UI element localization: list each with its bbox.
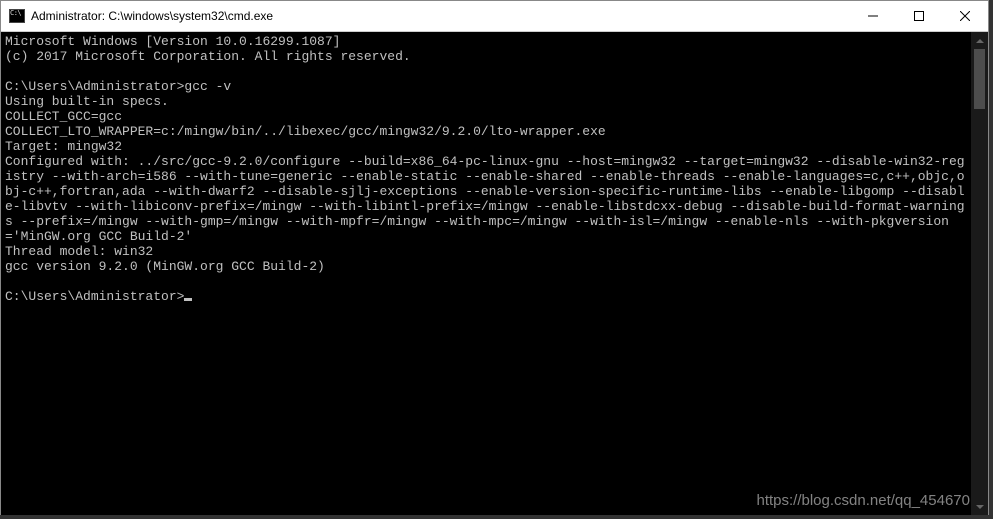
window-controls (850, 1, 988, 31)
title-bar[interactable]: Administrator: C:\windows\system32\cmd.e… (1, 1, 988, 32)
terminal-prompt[interactable]: C:\Users\Administrator> (5, 289, 971, 304)
terminal-line: Thread model: win32 (5, 244, 971, 259)
prompt-text: C:\Users\Administrator> (5, 289, 184, 304)
client-area: Microsoft Windows [Version 10.0.16299.10… (1, 32, 988, 515)
terminal-line: Configured with: ../src/gcc-9.2.0/config… (5, 154, 971, 244)
maximize-icon (914, 11, 924, 21)
terminal-line: Microsoft Windows [Version 10.0.16299.10… (5, 34, 971, 49)
close-button[interactable] (942, 1, 988, 31)
scrollbar[interactable] (971, 32, 988, 515)
terminal-line (5, 64, 971, 79)
terminal-line: Target: mingw32 (5, 139, 971, 154)
scroll-down-button[interactable] (971, 498, 988, 515)
scroll-thumb[interactable] (974, 49, 985, 109)
terminal-line: COLLECT_LTO_WRAPPER=c:/mingw/bin/../libe… (5, 124, 971, 139)
close-icon (960, 11, 970, 21)
cmd-icon (9, 9, 25, 23)
terminal-line: gcc version 9.2.0 (MinGW.org GCC Build-2… (5, 259, 971, 274)
minimize-button[interactable] (850, 1, 896, 31)
cursor (184, 298, 192, 301)
terminal-output[interactable]: Microsoft Windows [Version 10.0.16299.10… (1, 32, 971, 515)
terminal-line (5, 274, 971, 289)
window-title: Administrator: C:\windows\system32\cmd.e… (31, 9, 273, 23)
scroll-up-button[interactable] (971, 32, 988, 49)
terminal-line: Using built-in specs. (5, 94, 971, 109)
terminal-line: COLLECT_GCC=gcc (5, 109, 971, 124)
terminal-line: (c) 2017 Microsoft Corporation. All righ… (5, 49, 971, 64)
terminal-line: C:\Users\Administrator>gcc -v (5, 79, 971, 94)
cmd-window: Administrator: C:\windows\system32\cmd.e… (0, 0, 989, 515)
maximize-button[interactable] (896, 1, 942, 31)
minimize-icon (868, 11, 878, 21)
